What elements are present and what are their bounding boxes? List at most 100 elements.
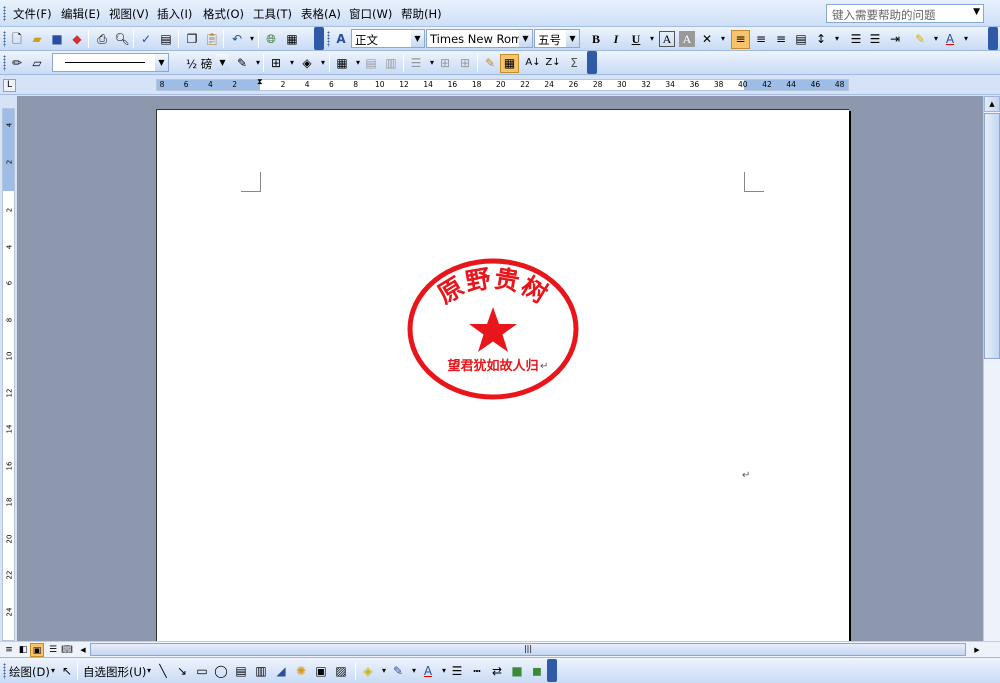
scaling-dropdown-icon[interactable]: ▾: [715, 31, 731, 47]
underline-dropdown-icon[interactable]: ▾: [644, 31, 660, 47]
chevron-down-icon[interactable]: ▼: [216, 54, 229, 71]
menu-grip[interactable]: [3, 6, 6, 21]
indent-icon[interactable]: ⇥: [887, 31, 903, 47]
horizontal-scroll-thumb[interactable]: |||: [90, 643, 966, 656]
red-seal-stamp[interactable]: 原野贵树 望君犹如故人归: [407, 258, 579, 401]
chevron-down-icon[interactable]: ▼: [155, 54, 168, 71]
hyperlink-icon[interactable]: 🌐︎: [263, 31, 279, 47]
character-scaling-icon[interactable]: ✕: [699, 31, 715, 47]
web-layout-view-icon[interactable]: ◧: [16, 643, 30, 657]
tab-selector[interactable]: L: [3, 79, 16, 92]
style-select[interactable]: 正文 ▼: [351, 29, 425, 48]
oval-icon[interactable]: ◯: [213, 663, 229, 679]
vertical-scroll-thumb[interactable]: [984, 113, 1000, 359]
line-style-select[interactable]: ▼: [52, 53, 169, 72]
numbering-icon[interactable]: ☰: [848, 31, 864, 47]
character-shading-icon[interactable]: A: [679, 31, 695, 47]
sort-ascending-icon[interactable]: A↓: [525, 55, 541, 71]
scroll-right-icon[interactable]: ▶: [970, 643, 984, 657]
sort-descending-icon[interactable]: Z↓: [545, 55, 561, 71]
horizontal-ruler[interactable]: 8 6 4 2 2 4 6 8 10 12 14 16 18 20 22 24 26 28 30 32 34 36 38 40…: [156, 77, 849, 91]
bullets-icon[interactable]: ☰: [867, 31, 883, 47]
arrow-icon[interactable]: ↘: [174, 663, 190, 679]
toolbar-grip[interactable]: [3, 31, 6, 47]
shadow-style-icon[interactable]: ■: [509, 663, 525, 679]
document-page[interactable]: 原野贵树 望君犹如故人归 ↵ ↵: [156, 109, 849, 641]
tables-borders-icon[interactable]: ▦: [284, 31, 300, 47]
styles-icon[interactable]: A: [333, 31, 349, 47]
shading-color-icon[interactable]: ◈: [299, 55, 315, 71]
scroll-left-icon[interactable]: ◀: [76, 643, 90, 657]
italic-button[interactable]: I: [608, 31, 624, 47]
3d-style-icon[interactable]: ◼: [529, 663, 545, 679]
line-spacing-dropdown-icon[interactable]: ▾: [829, 31, 845, 47]
menu-format[interactable]: 格式(O): [203, 6, 244, 22]
menu-window[interactable]: 窗口(W): [349, 6, 392, 22]
split-cells-icon[interactable]: ▥: [383, 55, 399, 71]
align-cell-icon[interactable]: ☰: [408, 55, 424, 71]
eraser-icon[interactable]: ▱: [29, 55, 45, 71]
insert-table-icon[interactable]: ▦: [334, 55, 350, 71]
menu-file[interactable]: 文件(F): [13, 6, 52, 22]
spelling-icon[interactable]: ✓: [138, 31, 154, 47]
underline-button[interactable]: U: [628, 31, 644, 47]
arrow-style-icon[interactable]: ⇄: [489, 663, 505, 679]
chevron-down-icon[interactable]: ▼: [519, 30, 532, 47]
distribute-columns-icon[interactable]: ⊞: [457, 55, 473, 71]
borders-icon[interactable]: ⊞: [268, 55, 284, 71]
help-search-input[interactable]: 键入需要帮助的问题 ▼: [826, 4, 984, 23]
menu-view[interactable]: 视图(V): [109, 6, 149, 22]
line-spacing-icon[interactable]: ↕: [813, 31, 829, 47]
font-color-dropdown-icon[interactable]: ▾: [958, 31, 974, 47]
toolbar-grip[interactable]: [3, 663, 6, 679]
border-color-icon[interactable]: ✎: [234, 55, 250, 71]
menu-tools[interactable]: 工具(T): [253, 6, 292, 22]
print-preview-icon[interactable]: 🔍︎: [114, 31, 130, 47]
align-center-button[interactable]: ≡: [753, 31, 769, 47]
select-objects-icon[interactable]: ↖: [59, 663, 75, 679]
picture-icon[interactable]: ▨: [333, 663, 349, 679]
chevron-down-icon[interactable]: ▼: [566, 30, 579, 47]
research-icon[interactable]: ▤: [158, 31, 174, 47]
line-weight-select[interactable]: ½ 磅 ▼: [172, 53, 230, 72]
clip-art-icon[interactable]: ▣: [313, 663, 329, 679]
bold-button[interactable]: B: [588, 31, 604, 47]
autoshapes-menu-button[interactable]: 自选图形(U): [83, 664, 146, 680]
vertical-ruler[interactable]: 4 2 2 4 6 8 10 12 14 16 18 20 22 24: [2, 108, 15, 641]
menu-table[interactable]: 表格(A): [301, 6, 341, 22]
diagram-icon[interactable]: ✺: [293, 663, 309, 679]
distribute-rows-icon[interactable]: ⊞: [437, 55, 453, 71]
toolbar-options-icon[interactable]: [314, 27, 324, 50]
toolbar-options-icon[interactable]: [988, 27, 998, 50]
save-icon[interactable]: ■: [49, 31, 65, 47]
align-right-button[interactable]: ≡: [773, 31, 789, 47]
line-style-icon[interactable]: ☰: [449, 663, 465, 679]
print-layout-view-icon[interactable]: ▣: [30, 643, 44, 657]
vertical-text-box-icon[interactable]: ▥: [253, 663, 269, 679]
toolbar-options-icon[interactable]: [587, 51, 597, 74]
draw-table-icon[interactable]: ✏: [9, 55, 25, 71]
toolbar-grip[interactable]: [3, 55, 6, 71]
vertical-scrollbar[interactable]: ▲: [983, 96, 1000, 641]
line-icon[interactable]: ╲: [155, 663, 171, 679]
line-color-icon[interactable]: ✎: [390, 663, 406, 679]
table-autoformat-icon[interactable]: ✎: [482, 55, 498, 71]
highlight-icon[interactable]: ✎: [912, 31, 928, 47]
draw-menu-button[interactable]: 绘图(D): [9, 664, 50, 680]
font-select[interactable]: Times New Roman ▼: [426, 29, 533, 48]
new-document-icon[interactable]: 🗋: [9, 31, 25, 47]
paste-icon[interactable]: 📋︎: [204, 31, 220, 47]
text-box-icon[interactable]: ▤: [233, 663, 249, 679]
undo-icon[interactable]: ↶: [229, 31, 245, 47]
help-dropdown-icon[interactable]: ▼: [973, 7, 980, 17]
show-gridlines-button[interactable]: ▦: [500, 54, 519, 73]
font-size-select[interactable]: 五号 ▼: [534, 29, 580, 48]
horizontal-scrollbar[interactable]: ≡ ◧ ▣ ☰ 📖︎ ◀ ||| ▶: [0, 641, 1000, 657]
autosum-icon[interactable]: Σ: [566, 55, 582, 71]
borders-dropdown-icon[interactable]: ▾: [284, 55, 300, 71]
align-justify-button[interactable]: ≡: [731, 30, 750, 49]
normal-view-icon[interactable]: ≡: [2, 643, 16, 657]
fill-color-icon[interactable]: ◈: [360, 663, 376, 679]
character-border-icon[interactable]: A: [659, 31, 675, 47]
menu-help[interactable]: 帮助(H): [401, 6, 442, 22]
